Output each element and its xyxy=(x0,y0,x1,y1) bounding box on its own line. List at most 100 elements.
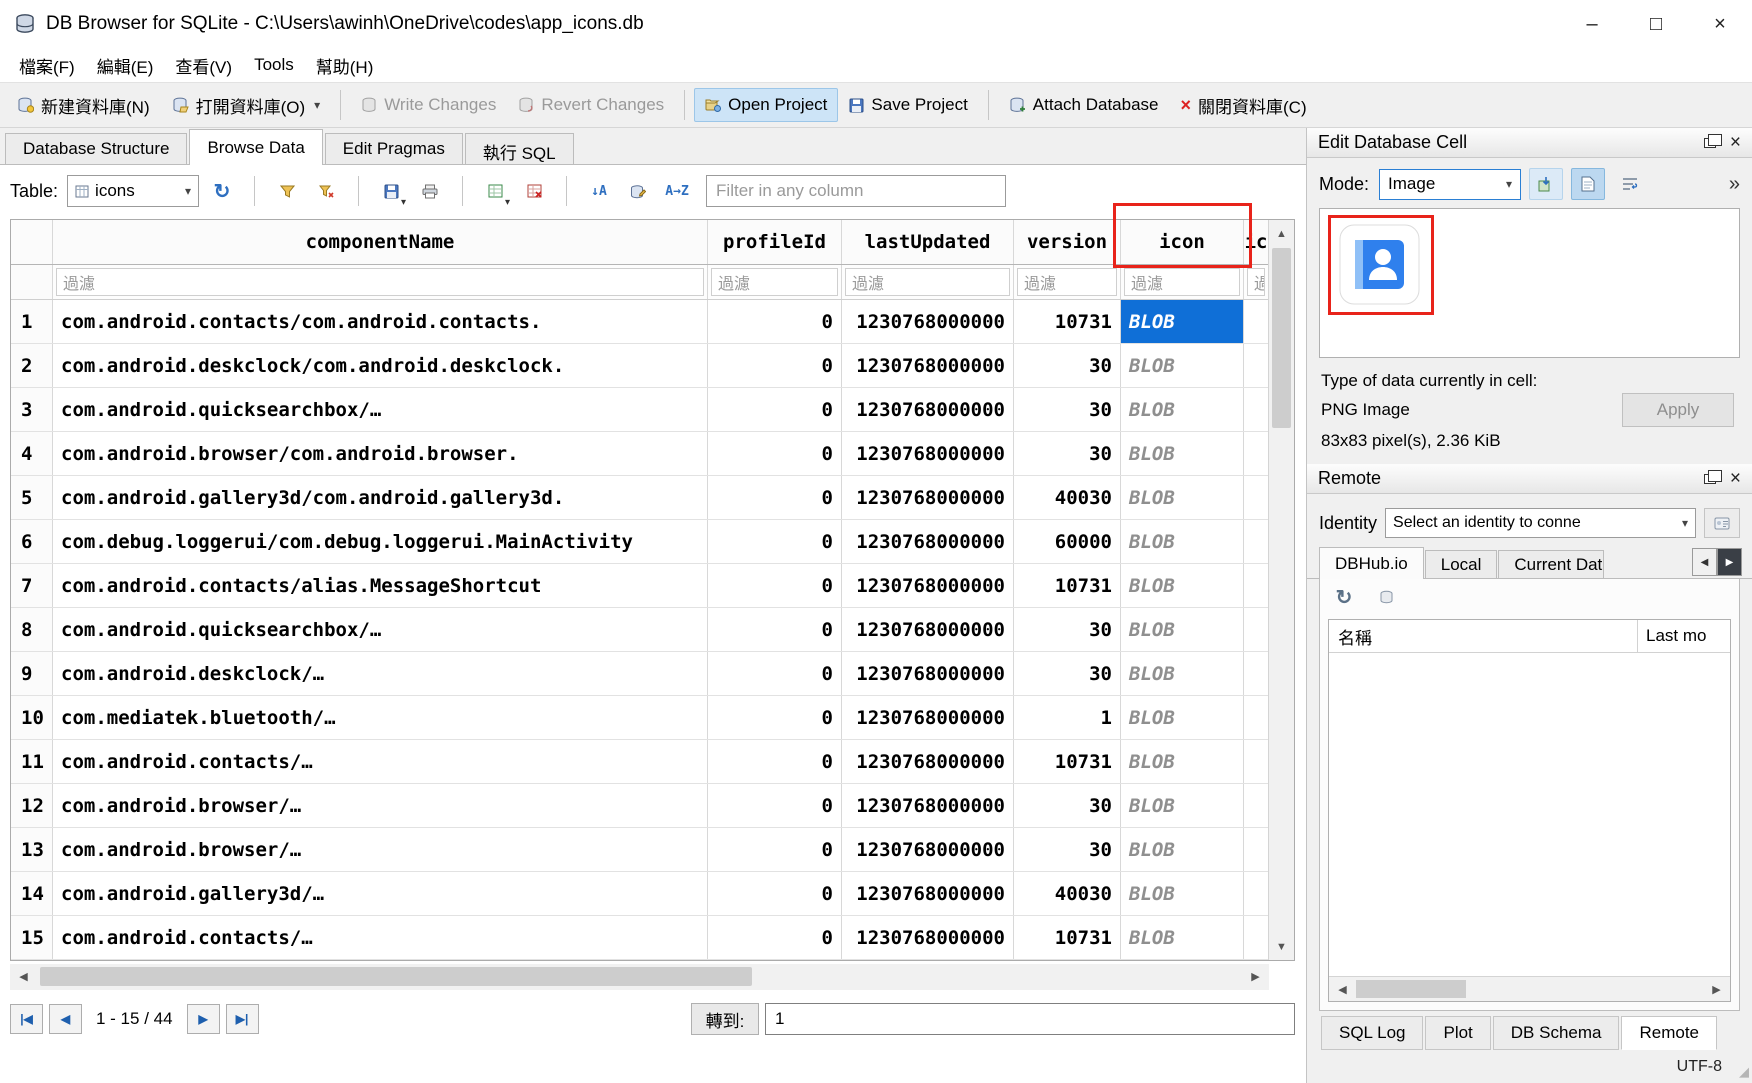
filter-input-lastUpdated[interactable]: 過濾 xyxy=(845,268,1010,296)
cell-partial[interactable] xyxy=(1244,564,1268,607)
row-number[interactable]: 1 xyxy=(11,300,53,343)
column-header-version[interactable]: version xyxy=(1014,220,1121,264)
cell-lastUpdated[interactable]: 1230768000000 xyxy=(842,344,1014,387)
filter-input-componentName[interactable]: 過濾 xyxy=(56,268,704,296)
menu-view[interactable]: 查看(V) xyxy=(164,49,243,82)
cell-componentName[interactable]: com.android.quicksearchbox/… xyxy=(53,608,708,651)
cell-profileId[interactable]: 0 xyxy=(708,476,842,519)
cell-profileId[interactable]: 0 xyxy=(708,564,842,607)
cell-componentName[interactable]: com.debug.loggerui/com.debug.loggerui.Ma… xyxy=(53,520,708,563)
tab-database-structure[interactable]: Database Structure xyxy=(5,133,187,164)
cell-profileId[interactable]: 0 xyxy=(708,520,842,563)
encoding-indicator[interactable]: UTF-8 xyxy=(1677,1058,1722,1076)
menu-file[interactable]: 檔案(F) xyxy=(8,49,86,82)
cell-partial[interactable] xyxy=(1244,520,1268,563)
cell-partial[interactable] xyxy=(1244,784,1268,827)
word-wrap-button[interactable] xyxy=(1613,168,1647,200)
cell-version[interactable]: 1 xyxy=(1014,696,1121,739)
delete-record-button[interactable] xyxy=(518,176,550,206)
cell-partial[interactable] xyxy=(1244,432,1268,475)
cell-componentName[interactable]: com.android.quicksearchbox/… xyxy=(53,388,708,431)
dock-tab-plot[interactable]: Plot xyxy=(1425,1016,1490,1050)
column-header-lastUpdated[interactable]: lastUpdated xyxy=(842,220,1014,264)
close-database-button[interactable]: × 關閉資料庫(C) xyxy=(1170,86,1318,125)
cell-icon[interactable]: BLOB xyxy=(1121,784,1244,827)
cell-profileId[interactable]: 0 xyxy=(708,388,842,431)
cell-icon[interactable]: BLOB xyxy=(1121,300,1244,343)
mode-select[interactable]: Image ▾ xyxy=(1379,169,1521,200)
cell-partial[interactable] xyxy=(1244,652,1268,695)
cell-lastUpdated[interactable]: 1230768000000 xyxy=(842,432,1014,475)
new-database-button[interactable]: 新建資料庫(N) xyxy=(6,86,161,125)
cell-componentName[interactable]: com.android.browser/… xyxy=(53,784,708,827)
cell-icon[interactable]: BLOB xyxy=(1121,344,1244,387)
row-number[interactable]: 3 xyxy=(11,388,53,431)
cell-version[interactable]: 30 xyxy=(1014,652,1121,695)
panel-overflow-icon[interactable]: » xyxy=(1729,173,1740,196)
remote-horizontal-scrollbar[interactable]: ◀ ▶ xyxy=(1329,976,1730,1001)
edit-database-cell-button[interactable] xyxy=(622,176,654,206)
cell-version[interactable]: 10731 xyxy=(1014,740,1121,783)
tab-browse-data[interactable]: Browse Data xyxy=(189,129,322,165)
cell-version[interactable]: 30 xyxy=(1014,784,1121,827)
column-header-partial[interactable]: ic xyxy=(1244,220,1268,264)
previous-page-button[interactable]: ◀ xyxy=(49,1004,82,1034)
write-changes-button[interactable]: Write Changes xyxy=(350,88,507,122)
remote-clone-button[interactable] xyxy=(1370,582,1402,612)
first-page-button[interactable]: |◀ xyxy=(10,1004,43,1034)
cell-version[interactable]: 30 xyxy=(1014,388,1121,431)
insert-record-button[interactable]: ▾ xyxy=(479,176,511,206)
grid-vertical-scrollbar[interactable]: ▲ ▼ xyxy=(1268,220,1294,960)
row-number[interactable]: 7 xyxy=(11,564,53,607)
open-project-button[interactable]: Open Project xyxy=(694,88,838,122)
row-number[interactable]: 5 xyxy=(11,476,53,519)
cell-icon[interactable]: BLOB xyxy=(1121,652,1244,695)
cell-version[interactable]: 10731 xyxy=(1014,300,1121,343)
cell-lastUpdated[interactable]: 1230768000000 xyxy=(842,828,1014,871)
cell-icon[interactable]: BLOB xyxy=(1121,476,1244,519)
cell-version[interactable]: 10731 xyxy=(1014,564,1121,607)
scroll-left-icon[interactable]: ◀ xyxy=(1330,977,1355,1002)
grid-horizontal-scrollbar[interactable]: ◀ ▶ xyxy=(10,964,1269,990)
cell-lastUpdated[interactable]: 1230768000000 xyxy=(842,784,1014,827)
cell-version[interactable]: 30 xyxy=(1014,432,1121,475)
filter-any-column-input[interactable] xyxy=(706,175,1006,207)
cell-lastUpdated[interactable]: 1230768000000 xyxy=(842,300,1014,343)
cell-profileId[interactable]: 0 xyxy=(708,300,842,343)
cell-partial[interactable] xyxy=(1244,344,1268,387)
contacts-app-icon-image[interactable] xyxy=(1338,223,1421,306)
cell-lastUpdated[interactable]: 1230768000000 xyxy=(842,608,1014,651)
cell-lastUpdated[interactable]: 1230768000000 xyxy=(842,520,1014,563)
cell-profileId[interactable]: 0 xyxy=(708,828,842,871)
save-project-button[interactable]: Save Project xyxy=(838,88,978,122)
cell-componentName[interactable]: com.android.contacts/… xyxy=(53,916,708,959)
row-number[interactable]: 6 xyxy=(11,520,53,563)
cell-partial[interactable] xyxy=(1244,872,1268,915)
resize-grip[interactable]: ◢ xyxy=(1739,1064,1749,1080)
cell-version[interactable]: 10731 xyxy=(1014,916,1121,959)
cell-lastUpdated[interactable]: 1230768000000 xyxy=(842,388,1014,431)
remote-scrollbar-thumb[interactable] xyxy=(1356,980,1466,998)
remote-tab-dbhub[interactable]: DBHub.io xyxy=(1319,547,1424,579)
float-panel-icon[interactable] xyxy=(1704,474,1716,484)
row-number[interactable]: 13 xyxy=(11,828,53,871)
cell-lastUpdated[interactable]: 1230768000000 xyxy=(842,740,1014,783)
maximize-button[interactable]: □ xyxy=(1624,0,1688,48)
scroll-down-icon[interactable]: ▼ xyxy=(1269,934,1294,959)
filter-button[interactable] xyxy=(271,176,303,206)
open-database-button[interactable]: 打開資料庫(O) ▾ xyxy=(161,86,332,125)
dock-tab-db-schema[interactable]: DB Schema xyxy=(1493,1016,1620,1050)
filter-input-version[interactable]: 過濾 xyxy=(1017,268,1117,296)
refresh-table-button[interactable]: ↻ xyxy=(206,176,238,206)
text-view-button[interactable] xyxy=(1571,168,1605,200)
remote-refresh-button[interactable]: ↻ xyxy=(1328,582,1360,612)
close-panel-icon[interactable]: × xyxy=(1730,469,1741,488)
sort-ascending-button[interactable]: ↓A xyxy=(583,176,615,206)
cell-partial[interactable] xyxy=(1244,916,1268,959)
scroll-right-icon[interactable]: ▶ xyxy=(1243,964,1268,989)
minimize-button[interactable]: – xyxy=(1560,0,1624,48)
cell-version[interactable]: 40030 xyxy=(1014,872,1121,915)
tab-execute-sql[interactable]: 執行 SQL xyxy=(465,133,574,164)
filter-input-profileId[interactable]: 過濾 xyxy=(711,268,838,296)
cell-version[interactable]: 30 xyxy=(1014,608,1121,651)
